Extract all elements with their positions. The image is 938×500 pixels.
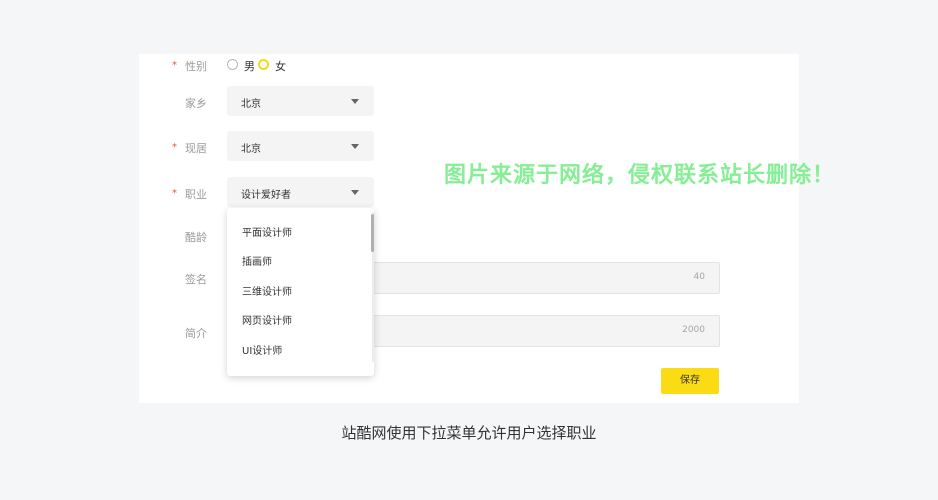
gender-label: 性别 [185, 60, 207, 73]
hometown-label: 家乡 [185, 97, 207, 110]
occupation-value: 设计爱好者 [241, 190, 291, 201]
dropdown-option-3d-designer[interactable]: 三维设计师 [242, 283, 292, 298]
chevron-down-icon [351, 144, 359, 149]
residence-label: 现居 [185, 142, 207, 155]
dropdown-option-graphic-designer[interactable]: 平面设计师 [242, 224, 292, 239]
dropdown-option-illustrator[interactable]: 插画师 [242, 253, 272, 268]
gender-radio-female[interactable] [258, 59, 269, 70]
gender-radio-male[interactable] [227, 59, 238, 70]
signature-char-limit: 40 [693, 272, 705, 282]
dropdown-option-ui-designer[interactable]: UI设计师 [242, 342, 282, 357]
hometown-select[interactable]: 北京 [227, 86, 374, 116]
occupation-select[interactable]: 设计爱好者 [227, 177, 374, 207]
intro-char-limit: 2000 [682, 325, 705, 335]
gender-female-label[interactable]: 女 [275, 58, 286, 74]
required-mark: * [172, 142, 177, 153]
dropdown-scrollbar-thumb[interactable] [371, 214, 374, 252]
residence-value: 北京 [241, 144, 261, 155]
caption-text: 站酷网使用下拉菜单允许用户选择职业 [341, 424, 597, 442]
occupation-label: 职业 [185, 188, 207, 201]
chevron-down-icon [351, 99, 359, 104]
occupation-dropdown-menu: 平面设计师 插画师 三维设计师 网页设计师 UI设计师 [227, 208, 374, 376]
dropdown-option-web-designer[interactable]: 网页设计师 [242, 312, 292, 327]
gender-male-label[interactable]: 男 [244, 58, 255, 74]
residence-select[interactable]: 北京 [227, 131, 374, 161]
intro-label: 简介 [185, 327, 207, 340]
hometown-value: 北京 [241, 99, 261, 110]
save-button[interactable]: 保存 [661, 368, 719, 394]
kuling-label: 酷龄 [185, 231, 207, 244]
chevron-down-icon [351, 190, 359, 195]
signature-label: 签名 [185, 273, 207, 286]
required-mark: * [172, 188, 177, 199]
required-mark: * [172, 60, 177, 71]
watermark-text: 图片来源于网络，侵权联系站长删除！ [444, 163, 836, 188]
